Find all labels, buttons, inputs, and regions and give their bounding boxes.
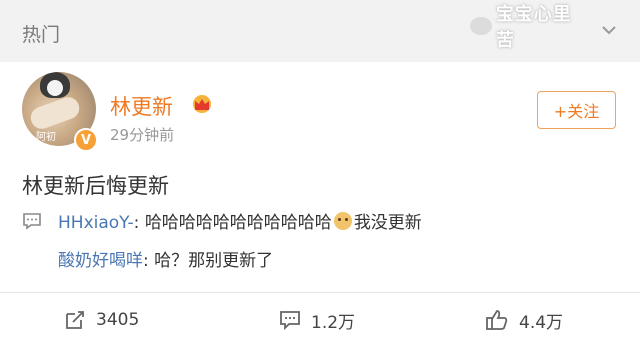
comment-preview[interactable]: HHxiaoY-: 哈哈哈哈哈哈哈哈哈哈哈 我没更新 酸奶好喝咩: 哈？那别更新了 [22, 204, 618, 282]
like-icon [486, 310, 508, 330]
watermark-bubble-icon [470, 17, 492, 35]
comment-bubble-icon [280, 311, 300, 331]
watermark: 宝宝心里苦 [470, 4, 590, 51]
repost-icon [66, 311, 84, 329]
like-count: 4.4万 [519, 312, 564, 333]
repost-count: 3405 [96, 310, 140, 330]
comment-count: 1.2万 [311, 312, 356, 333]
avatar-paw-shape [27, 94, 83, 132]
watermark-text: 宝宝心里苦 [495, 4, 572, 51]
comment-icon [23, 213, 41, 230]
comment-item[interactable]: 酸奶好喝咩: 哈？那别更新了 [58, 246, 273, 271]
verified-badge-icon: V [74, 128, 98, 152]
avatar-caption: 阿初 [36, 132, 56, 143]
section-title: 热门 [22, 24, 61, 46]
post-text: 林更新后悔更新 [22, 174, 169, 198]
chevron-down-icon[interactable] [601, 22, 617, 38]
comment-text: 哈？那别更新了 [154, 251, 274, 271]
action-bar: 3405 1.2万 4.4万 [0, 300, 640, 340]
post-timestamp: 29分钟前 [110, 126, 175, 144]
divider [0, 292, 640, 293]
follow-button[interactable]: +关注 [537, 91, 616, 129]
comment-text: 哈哈哈哈哈哈哈哈哈哈哈 [144, 213, 332, 233]
repost-button[interactable]: 3405 [64, 300, 139, 340]
comment-item[interactable]: HHxiaoY-: 哈哈哈哈哈哈哈哈哈哈哈 我没更新 [58, 208, 422, 233]
comment-text-after: 我没更新 [353, 213, 422, 233]
like-button[interactable]: 4.4万 [485, 300, 563, 340]
avatar-dog-face [47, 80, 63, 96]
comment-author[interactable]: 酸奶好喝咩 [58, 251, 143, 271]
comment-author[interactable]: HHxiaoY- [58, 213, 134, 233]
doge-emoji-icon [333, 212, 352, 230]
top-bar: 热门 宝宝心里苦 [0, 0, 640, 62]
crown-icon[interactable] [190, 94, 214, 114]
comment-separator: : [133, 213, 145, 233]
comment-button[interactable]: 1.2万 [279, 300, 355, 340]
username[interactable]: 林更新 [110, 91, 173, 121]
comment-separator: : [143, 251, 155, 271]
